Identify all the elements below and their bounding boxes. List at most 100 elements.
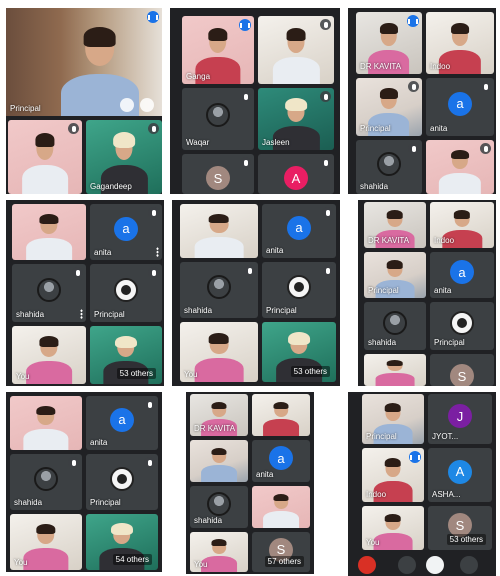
mic-toggle-icon[interactable] [120,98,134,112]
participant-avatar [207,492,231,517]
participant-name: You [194,560,208,569]
camera-off-icon[interactable] [426,556,444,574]
participant-tile-s[interactable]: S [430,354,494,386]
participant-tile-anita[interactable]: a anita [252,440,310,482]
more-options-icon[interactable] [156,247,159,257]
participant-tile[interactable] [10,396,82,450]
participant-tile[interactable] [426,140,494,194]
participant-tile-you[interactable]: You [10,514,82,570]
participant-tile-others[interactable]: S 57 others [252,532,310,572]
participant-tile-jasleen[interactable]: Jasleen [258,88,334,150]
participant-tile-others[interactable]: 53 others [90,326,162,384]
participant-tile-you[interactable] [364,354,426,386]
meet-screenshot-7: a anita shahida Principal You 54 others [6,392,162,572]
participant-tile-shahida[interactable]: shahida [12,264,86,322]
participant-tile-shahida[interactable]: shahida [190,486,248,528]
participant-tile-kavita[interactable]: DR KAVITA [190,394,248,436]
participant-tile-you[interactable]: You [190,532,248,572]
muted-mic-icon [408,143,419,154]
participant-video [26,336,72,384]
muted-mic-icon [320,157,331,168]
participant-name: Principal [360,124,391,133]
participant-tile[interactable] [8,120,82,194]
participant-tile[interactable] [252,486,310,528]
participant-name: shahida [184,306,213,315]
participant-tile-shahida[interactable]: shahida [10,454,82,510]
participant-tile-shahida[interactable]: shahida [364,302,426,350]
participant-tile-you[interactable]: You [12,326,86,384]
meet-screenshot-6: DR KAVITA Indoo Principal a anita shahid… [358,200,496,386]
participant-video [272,28,320,84]
muted-mic-icon [240,91,251,102]
participant-avatar: S [450,364,474,386]
participant-tile-others[interactable]: 54 others [86,514,158,570]
speaking-indicator-icon [147,11,159,23]
participant-name: Principal [434,338,465,347]
participant-tile-you[interactable]: You [362,506,424,550]
participant-name: Principal [94,310,125,319]
others-count[interactable]: 53 others [446,534,486,545]
participant-tile-anita[interactable]: a anita [430,252,494,298]
participant-avatar [206,103,230,128]
participant-tile-gagandeep[interactable]: Gagandeep [86,120,162,194]
participant-tile-asha[interactable]: A ASHA... [428,448,492,502]
participant-tile-others[interactable]: 53 others [262,322,336,382]
participant-tile[interactable] [180,204,258,258]
others-count[interactable]: 57 others [264,556,304,567]
camera-switch-icon[interactable] [140,98,154,112]
school-logo-avatar [110,466,134,491]
participant-name: Gagandeep [90,182,132,191]
participant-name: Principal [90,498,121,507]
participant-tile-principal[interactable]: Principal [430,302,494,350]
participant-tile-others[interactable]: S 53 others [428,506,492,550]
participant-tile-you[interactable]: You [180,322,258,382]
others-count[interactable]: 53 others [116,368,156,379]
participant-avatar: a [114,216,138,241]
participant-tile-principal[interactable]: Principal [362,394,424,444]
speaking-indicator-icon [407,15,419,27]
participant-tile-principal-main[interactable]: Principal [6,8,162,116]
participant-tile-shahida[interactable]: shahida [180,262,258,318]
participant-tile-a[interactable]: A [258,154,334,194]
others-count[interactable]: 53 others [290,366,330,377]
mic-off-icon[interactable] [398,556,416,574]
participant-tile[interactable] [12,204,86,260]
participant-tile-anita[interactable]: a anita [262,204,336,258]
others-count[interactable]: 54 others [112,554,152,565]
muted-mic-icon [244,265,255,276]
participant-name: DR KAVITA [360,62,402,71]
participant-name: anita [430,124,448,133]
participant-avatar: A [448,459,472,484]
participant-name: shahida [360,182,389,191]
participant-tile-principal[interactable] [190,440,248,482]
participant-video [194,332,244,382]
participant-tile-shahida[interactable]: shahida [356,140,422,194]
participant-name: You [184,370,198,379]
muted-mic-icon [240,157,251,168]
participant-video [438,149,482,194]
participant-tile-kavita[interactable]: DR KAVITA [356,12,422,74]
participant-tile-principal[interactable]: Principal [356,78,422,136]
participant-tile[interactable] [258,16,334,84]
participant-name: shahida [368,338,397,347]
participant-tile-anita[interactable]: a anita [90,204,162,260]
more-options-icon[interactable] [460,556,478,574]
participant-tile-waqar[interactable]: Waqar [182,88,254,150]
participant-tile-s[interactable]: S [182,154,254,194]
participant-tile-indoo[interactable]: Indoo [426,12,494,74]
participant-tile-kavita[interactable]: DR KAVITA [364,202,426,248]
participant-tile-principal[interactable]: Principal [90,264,162,322]
participant-tile-principal[interactable]: Principal [364,252,426,298]
participant-tile-jyoti[interactable]: J JYOT... [428,394,492,444]
participant-tile-ganga[interactable]: Ganga [182,16,254,84]
participant-tile-indoo[interactable]: Indoo [362,448,424,502]
participant-tile-anita[interactable]: a anita [426,78,494,136]
muted-mic-icon [144,399,155,410]
end-call-icon[interactable] [358,556,376,574]
more-options-icon[interactable] [80,309,83,319]
participant-tile-anita[interactable]: a anita [86,396,158,450]
participant-tile-indoo[interactable] [252,394,310,436]
participant-tile-indoo[interactable]: Indoo [430,202,494,248]
participant-tile-principal[interactable]: Principal [262,262,336,318]
participant-tile-principal[interactable]: Principal [86,454,158,510]
